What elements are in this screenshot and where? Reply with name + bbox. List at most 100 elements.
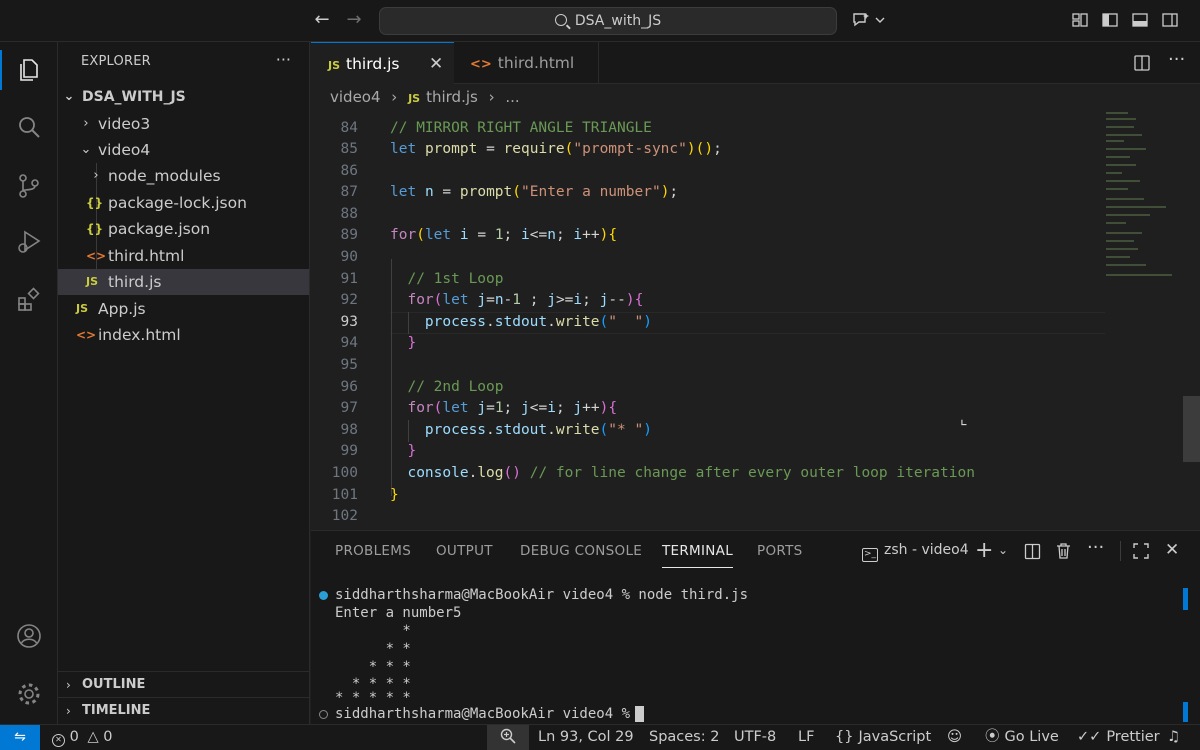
indentation[interactable]: Spaces: 2 <box>649 725 719 750</box>
split-terminal-icon[interactable] <box>1024 543 1041 560</box>
add-terminal-icon[interactable]: + <box>975 538 993 563</box>
code-line: 91 // 1st Loop <box>311 269 1191 291</box>
workspace-root[interactable]: ⌄ DSA_WITH_JS <box>58 84 309 110</box>
notifications-icon[interactable]: ♫ <box>1167 725 1180 750</box>
language-mode[interactable]: {} JavaScript <box>835 725 931 750</box>
go-live-button[interactable]: ⦿ Go Live <box>985 725 1059 750</box>
source-control-activity[interactable] <box>0 162 58 210</box>
run-debug-activity[interactable] <box>0 218 58 266</box>
encoding[interactable]: UTF-8 <box>734 725 776 750</box>
terminal-line: Enter a number5 <box>335 605 462 621</box>
tab-label-wrap: JS third.js <box>328 43 399 87</box>
editor-tabs: JS third.js ✕ <> third.html ··· <box>311 42 1200 84</box>
toggle-sidebar-icon[interactable] <box>1101 11 1119 29</box>
close-panel-icon[interactable]: ✕ <box>1165 540 1179 560</box>
prettier-status[interactable]: ✓✓ Prettier <box>1077 725 1160 750</box>
search-activity[interactable] <box>0 104 58 152</box>
code-line: 96 // 2nd Loop <box>311 377 1191 399</box>
extensions-activity[interactable] <box>0 276 58 324</box>
activity-bar <box>0 42 58 724</box>
remote-indicator[interactable]: ⇋ <box>0 725 40 750</box>
editor-scrollbar[interactable] <box>1183 396 1200 462</box>
text-cursor-icon: ⌞ <box>960 409 968 428</box>
toggle-panel-icon[interactable] <box>1131 11 1149 29</box>
outline-section[interactable]: › OUTLINE <box>58 671 309 697</box>
terminal-prompt[interactable]: siddharthsharma@MacBookAir video4 % <box>335 706 638 724</box>
tab-third-js[interactable]: JS third.js ✕ <box>311 42 454 84</box>
tab-output[interactable]: OUTPUT <box>436 543 493 559</box>
terminal-line: * * <box>335 641 411 657</box>
tree-item-video4[interactable]: ⌄ video4 <box>58 137 309 163</box>
code-line: 100 console.log() // for line change aft… <box>311 463 1191 485</box>
copilot-status[interactable]: ☺ <box>947 725 962 750</box>
code-line: 87 let n = prompt("Enter a number"); <box>311 182 1191 204</box>
breadcrumb-folder[interactable]: video4 <box>330 88 381 106</box>
maximize-panel-icon[interactable] <box>1133 543 1149 559</box>
check-double-icon: ✓✓ <box>1077 729 1102 745</box>
copilot-icon: ☺ <box>947 729 963 745</box>
toggle-secondary-sidebar-icon[interactable] <box>1161 11 1179 29</box>
minimap[interactable] <box>1106 108 1182 288</box>
braces-icon: {} <box>835 729 854 745</box>
terminal-selector[interactable]: >_ zsh - video4 <box>862 542 969 562</box>
accounts-activity[interactable] <box>0 612 58 660</box>
copilot-chat-icon[interactable] <box>852 11 886 29</box>
close-icon[interactable]: ✕ <box>429 43 443 85</box>
warning-count: 0 <box>103 729 113 745</box>
tab-label: third.js <box>346 55 400 73</box>
tree-item-package-lock-json[interactable]: {} package-lock.json <box>58 190 309 216</box>
zoom-button[interactable] <box>487 725 529 750</box>
back-arrow-icon[interactable]: ← <box>312 10 332 30</box>
chevron-down-icon[interactable]: ⌄ <box>998 543 1008 557</box>
split-editor-icon[interactable] <box>1133 54 1151 72</box>
code-line: 93 process.stdout.write(" ") <box>311 312 1191 334</box>
code-editor[interactable]: 84// MIRROR RIGHT ANGLE TRIANGLE 85 let p… <box>311 108 1200 530</box>
breadcrumb-file[interactable]: third.js <box>426 88 478 106</box>
tab-debug-console[interactable]: DEBUG CONSOLE <box>520 543 642 559</box>
tab-terminal[interactable]: TERMINAL <box>662 543 734 568</box>
line-number: 86 <box>340 163 358 179</box>
more-actions-icon[interactable]: ··· <box>1168 49 1185 70</box>
line-number: 93 <box>340 314 358 330</box>
tab-third-html[interactable]: <> third.html <box>454 42 599 84</box>
html-file-icon: <> <box>86 249 107 263</box>
tree-item-node-modules[interactable]: › node_modules <box>58 163 309 189</box>
end-of-line[interactable]: LF <box>798 725 814 750</box>
tab-label-wrap: <> third.html <box>470 42 574 86</box>
breadcrumb: video4 › JS third.js › ... <box>330 86 520 108</box>
tab-problems[interactable]: PROBLEMS <box>335 543 411 559</box>
more-actions-icon[interactable]: ··· <box>276 50 291 69</box>
explorer-sidebar: EXPLORER ··· ⌄ DSA_WITH_JS › video3 ⌄ vi… <box>58 42 310 724</box>
account-icon <box>17 624 41 648</box>
tree-item-app-js[interactable]: JS App.js <box>58 296 309 322</box>
trash-icon[interactable] <box>1055 542 1072 560</box>
line-number: 99 <box>340 443 358 459</box>
files-icon <box>20 59 38 81</box>
command-center-search[interactable]: DSA_with_JS <box>379 7 837 35</box>
problems-indicator[interactable]: ✕ 0 △ 0 <box>52 725 112 750</box>
language-label: JavaScript <box>858 729 932 745</box>
tab-ports[interactable]: PORTS <box>757 543 802 559</box>
go-live-label: Go Live <box>1004 729 1059 745</box>
tree-item-package-json[interactable]: {} package.json <box>58 216 309 242</box>
cursor-position[interactable]: Ln 93, Col 29 <box>538 725 634 750</box>
extensions-icon <box>18 287 40 311</box>
code-line: 86 <box>311 161 1191 183</box>
tree-item-index-html[interactable]: <> index.html <box>58 322 309 348</box>
chevron-right-icon: › <box>93 168 99 183</box>
more-actions-icon[interactable]: ··· <box>1087 537 1104 558</box>
timeline-section[interactable]: › TIMELINE <box>58 697 309 723</box>
broadcast-icon: ⦿ <box>985 729 1000 745</box>
forward-arrow-icon[interactable]: → <box>344 10 364 30</box>
breadcrumb-symbols[interactable]: ... <box>505 88 519 106</box>
tree-item-third-js[interactable]: JS third.js <box>58 269 309 295</box>
explorer-activity[interactable] <box>0 46 58 94</box>
error-count: 0 <box>69 729 79 745</box>
divider <box>1120 541 1121 561</box>
code-line: 101} <box>311 485 1191 507</box>
customize-layout-icon[interactable] <box>1071 11 1089 29</box>
tree-item-video3[interactable]: › video3 <box>58 111 309 137</box>
manage-activity[interactable] <box>0 670 58 718</box>
line-number: 91 <box>340 271 358 287</box>
tree-item-third-html[interactable]: <> third.html <box>58 243 309 269</box>
